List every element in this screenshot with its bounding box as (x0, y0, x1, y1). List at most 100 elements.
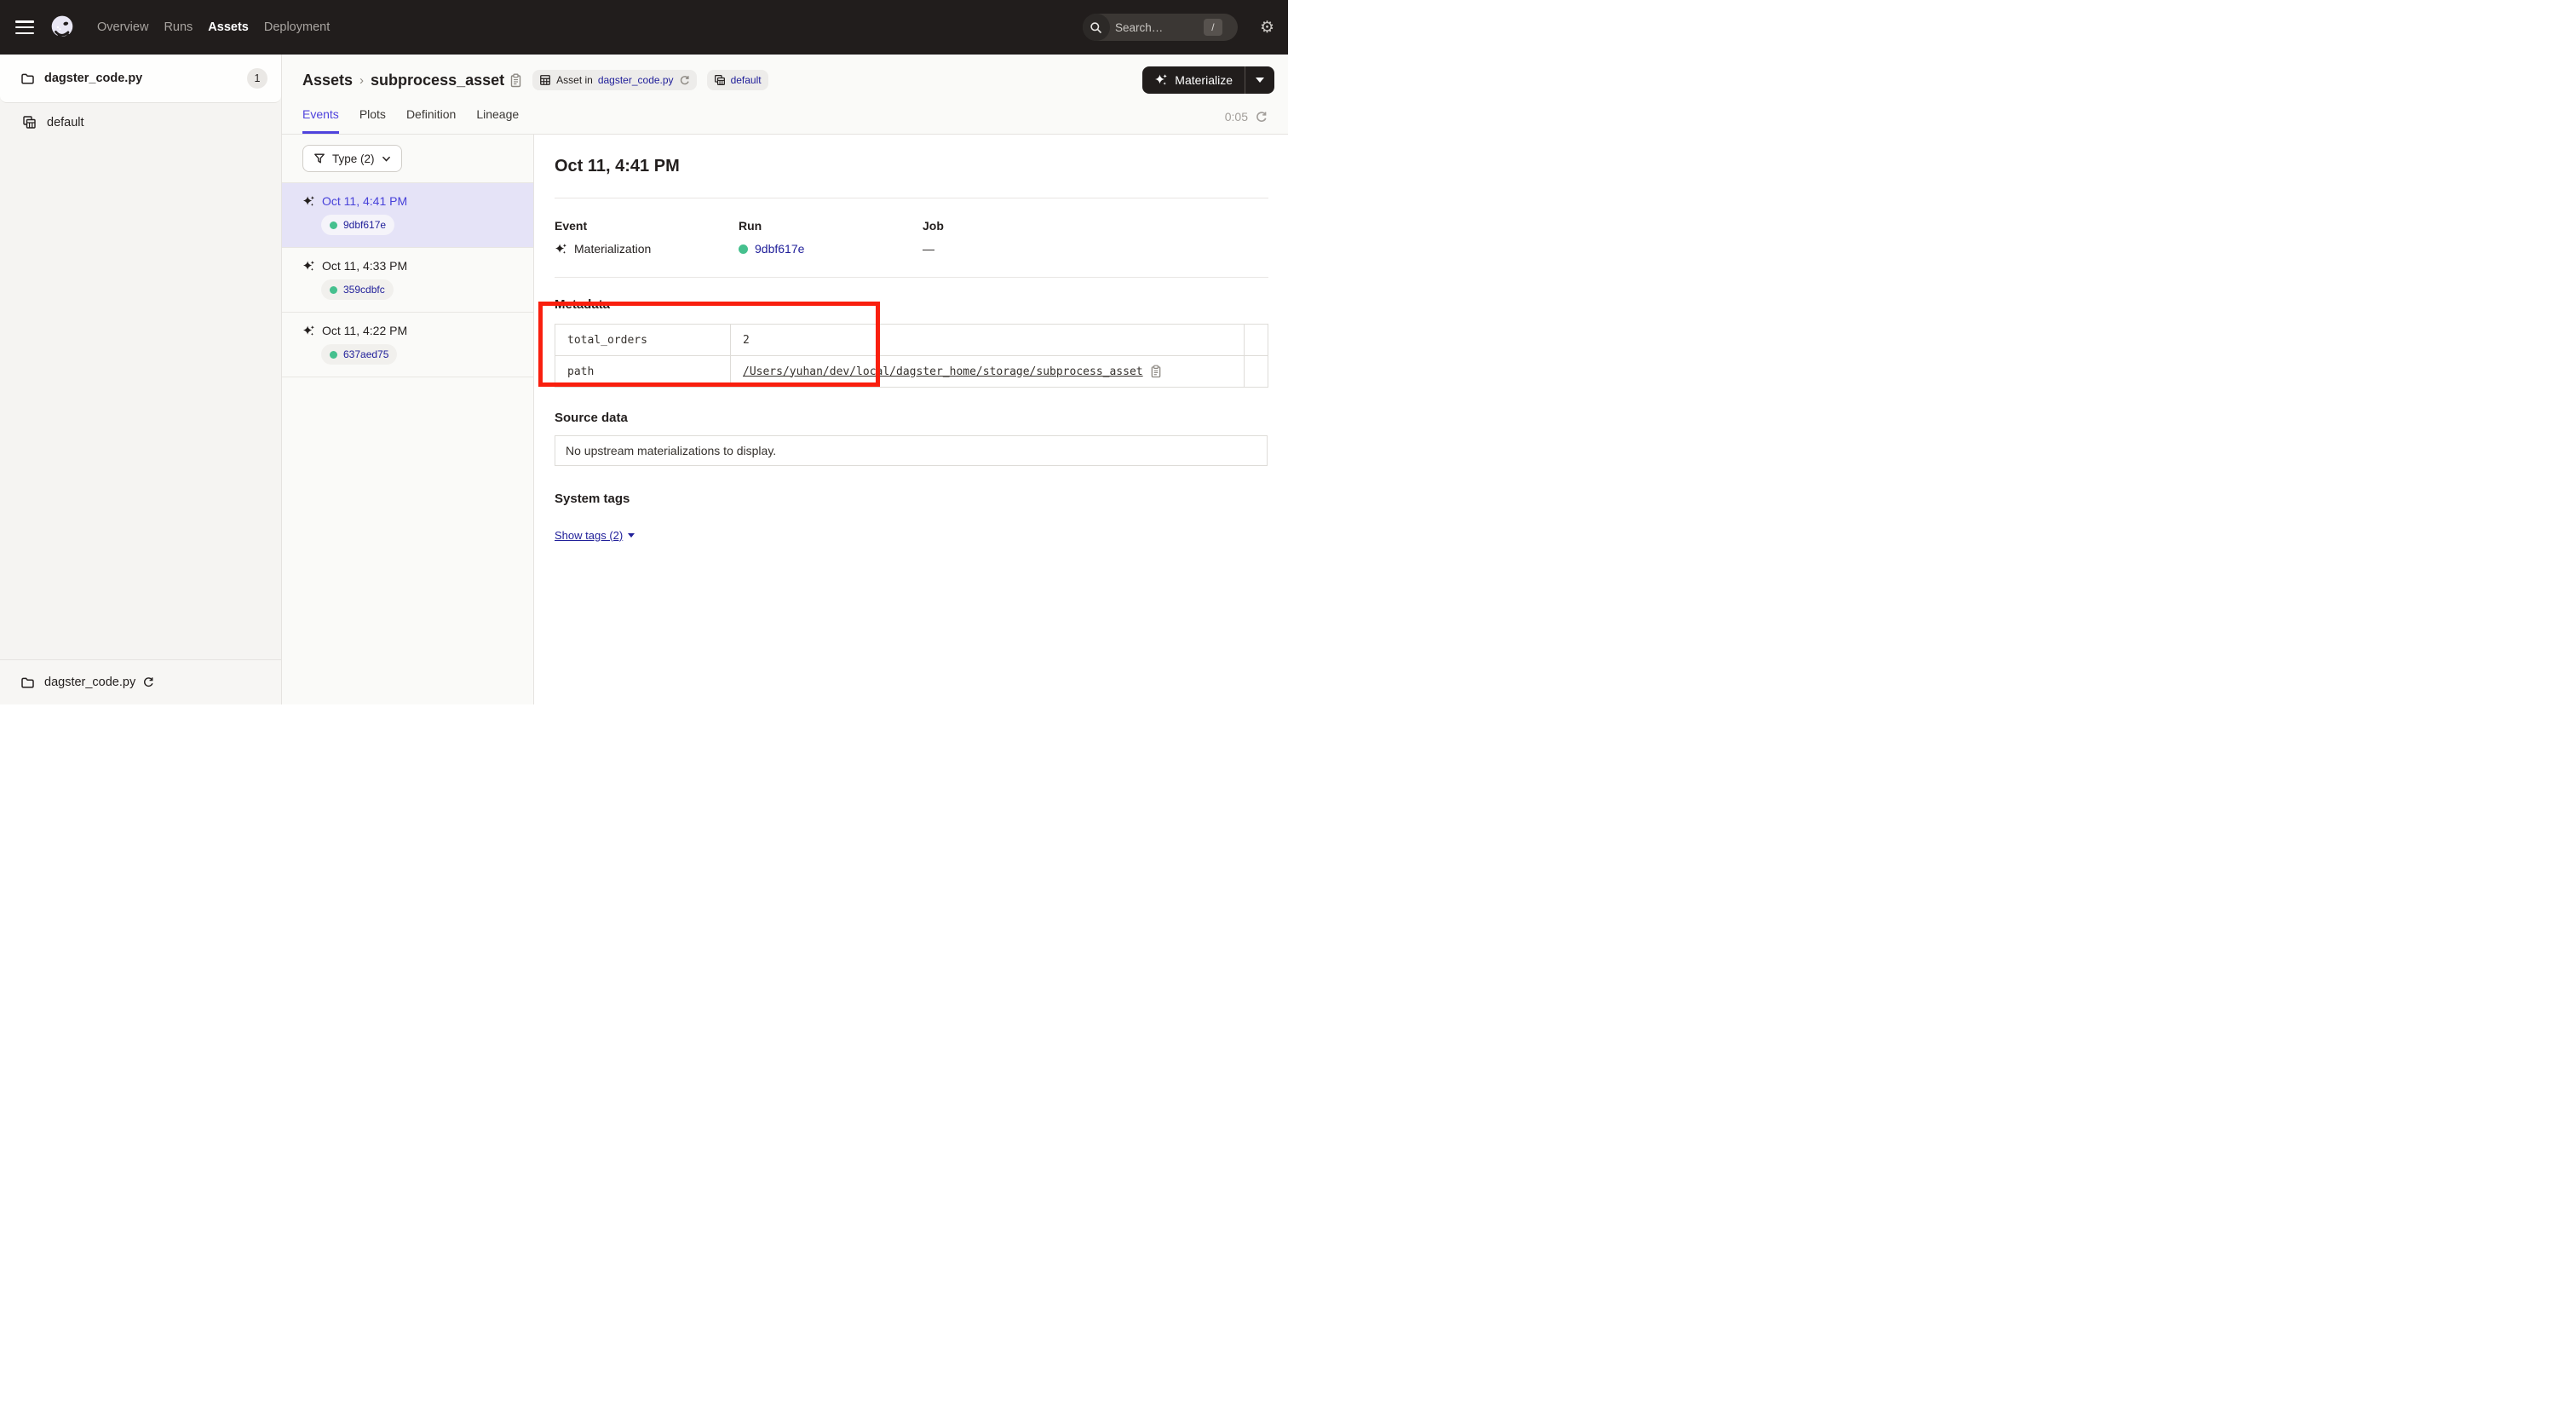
caret-down-icon (628, 533, 635, 538)
event-list-item[interactable]: Oct 11, 4:22 PM 637aed75 (282, 313, 533, 377)
metadata-row: total_orders 2 (555, 325, 1268, 356)
table-icon (539, 74, 551, 86)
refresh-icon[interactable] (1255, 111, 1268, 124)
event-timestamp[interactable]: Oct 11, 4:33 PM (322, 259, 407, 273)
event-list-panel: Type (2) Oct 11, 4:41 PM (282, 135, 534, 704)
show-tags-label: Show tags (2) (555, 529, 623, 542)
run-id-link[interactable]: 9dbf617e (755, 242, 804, 256)
code-location-name: dagster_code.py (44, 72, 142, 85)
breadcrumb: Assets › subprocess_asset (302, 72, 504, 89)
materialization-sparkle-icon (302, 260, 315, 273)
materialize-dropdown-button[interactable] (1245, 66, 1274, 94)
metadata-key: total_orders (555, 325, 731, 356)
run-id-pill[interactable]: 359cdbfc (321, 279, 394, 300)
metadata-title: Metadata (555, 297, 1268, 312)
filter-funnel-icon (313, 152, 325, 164)
dagster-octopus-icon (49, 14, 75, 40)
nav-overview[interactable]: Overview (97, 20, 148, 34)
primary-nav: Overview Runs Assets Deployment (97, 20, 330, 34)
nav-deployment[interactable]: Deployment (264, 20, 330, 34)
system-tags-title: System tags (555, 492, 1268, 506)
gear-icon[interactable]: ⚙ (1260, 20, 1274, 36)
tab-events[interactable]: Events (302, 107, 339, 134)
job-column: Job — (923, 219, 1107, 256)
run-status-dot (330, 351, 337, 359)
run-id-pill[interactable]: 9dbf617e (321, 215, 394, 235)
metadata-value: 2 (731, 325, 1245, 356)
top-nav-bar: Overview Runs Assets Deployment / ⚙ (0, 0, 1288, 55)
job-column-label: Job (923, 219, 1107, 233)
materialization-sparkle-icon (302, 195, 315, 208)
source-data-title: Source data (555, 411, 1268, 425)
folder-icon (20, 72, 34, 85)
dagster-logo[interactable] (49, 14, 75, 40)
folder-icon (20, 676, 34, 689)
event-type-filter[interactable]: Type (2) (302, 145, 402, 172)
asset-name: subprocess_asset (371, 72, 504, 89)
asset-page-header: Assets › subprocess_asset Asset in (282, 55, 1288, 135)
event-timestamp[interactable]: Oct 11, 4:22 PM (322, 324, 407, 337)
event-column: Event Materialization (555, 219, 739, 256)
materialize-label: Materialize (1175, 73, 1233, 87)
filter-label: Type (2) (332, 152, 375, 165)
run-id-link[interactable]: 359cdbfc (343, 284, 385, 296)
sidebar-group-default[interactable]: default (0, 103, 281, 141)
job-value: — (923, 242, 934, 256)
breadcrumb-separator: › (359, 73, 364, 88)
search-bar[interactable]: / (1083, 14, 1238, 41)
metadata-section: Metadata total_orders 2 path / (555, 297, 1268, 388)
metadata-key: path (555, 356, 731, 388)
metadata-path-link[interactable]: /Users/yuhan/dev/local/dagster_home/stor… (743, 365, 1143, 378)
event-timestamp[interactable]: Oct 11, 4:41 PM (322, 194, 407, 208)
tab-plots[interactable]: Plots (359, 107, 386, 134)
reload-icon[interactable] (679, 75, 690, 86)
footer-code-location-name: dagster_code.py (44, 676, 135, 689)
asset-group-icon (714, 74, 726, 86)
metadata-row: path /Users/yuhan/dev/local/dagster_home… (555, 356, 1268, 388)
metadata-table: total_orders 2 path /Users/yuhan/dev/loc… (555, 324, 1268, 388)
sidebar-footer-code-location[interactable]: dagster_code.py (0, 659, 281, 704)
materialize-button[interactable]: Materialize (1142, 66, 1245, 94)
search-icon (1083, 14, 1110, 41)
caret-down-icon (1256, 78, 1264, 83)
event-list-item[interactable]: Oct 11, 4:33 PM 359cdbfc (282, 248, 533, 313)
group-name: default (47, 116, 84, 129)
asset-tabs: Events Plots Definition Lineage (302, 107, 519, 134)
asset-count-badge: 1 (247, 68, 267, 89)
chevron-down-icon (382, 154, 391, 164)
materialization-sparkle-icon (555, 243, 567, 256)
asset-groups-sidebar: dagster_code.py 1 default dagster_code.p… (0, 55, 282, 704)
run-status-dot (330, 286, 337, 294)
event-list-item[interactable]: Oct 11, 4:41 PM 9dbf617e (282, 183, 533, 248)
reload-icon[interactable] (142, 676, 154, 688)
asset-definition-tag[interactable]: Asset in dagster_code.py (532, 70, 696, 90)
sidebar-code-location[interactable]: dagster_code.py 1 (0, 55, 281, 103)
show-tags-toggle[interactable]: Show tags (2) (555, 529, 635, 542)
system-tags-section: System tags Show tags (2) (555, 492, 1268, 542)
code-location-link[interactable]: dagster_code.py (598, 74, 674, 86)
run-status-dot (330, 221, 337, 229)
run-id-link[interactable]: 9dbf617e (343, 219, 386, 231)
event-detail-heading: Oct 11, 4:41 PM (555, 157, 1268, 176)
event-detail-panel: Oct 11, 4:41 PM Event Materialization (534, 135, 1288, 704)
group-tag[interactable]: default (707, 70, 768, 90)
materialization-sparkle-icon (302, 325, 315, 337)
tab-definition[interactable]: Definition (406, 107, 456, 134)
refresh-countdown: 0:05 (1225, 110, 1274, 134)
group-link[interactable]: default (731, 74, 762, 86)
source-data-section: Source data No upstream materializations… (555, 411, 1268, 466)
event-column-label: Event (555, 219, 739, 233)
search-input[interactable] (1115, 21, 1204, 34)
source-data-empty-message: No upstream materializations to display. (555, 435, 1268, 466)
nav-assets[interactable]: Assets (208, 20, 249, 34)
nav-runs[interactable]: Runs (164, 20, 193, 34)
asset-group-icon (22, 115, 37, 129)
run-id-pill[interactable]: 637aed75 (321, 344, 397, 365)
copy-asset-name-icon[interactable] (509, 73, 522, 88)
copy-icon[interactable] (1150, 365, 1162, 378)
tab-lineage[interactable]: Lineage (476, 107, 519, 134)
run-column-label: Run (739, 219, 923, 233)
breadcrumb-assets[interactable]: Assets (302, 72, 353, 89)
run-id-link[interactable]: 637aed75 (343, 348, 388, 360)
menu-icon[interactable] (15, 20, 34, 34)
